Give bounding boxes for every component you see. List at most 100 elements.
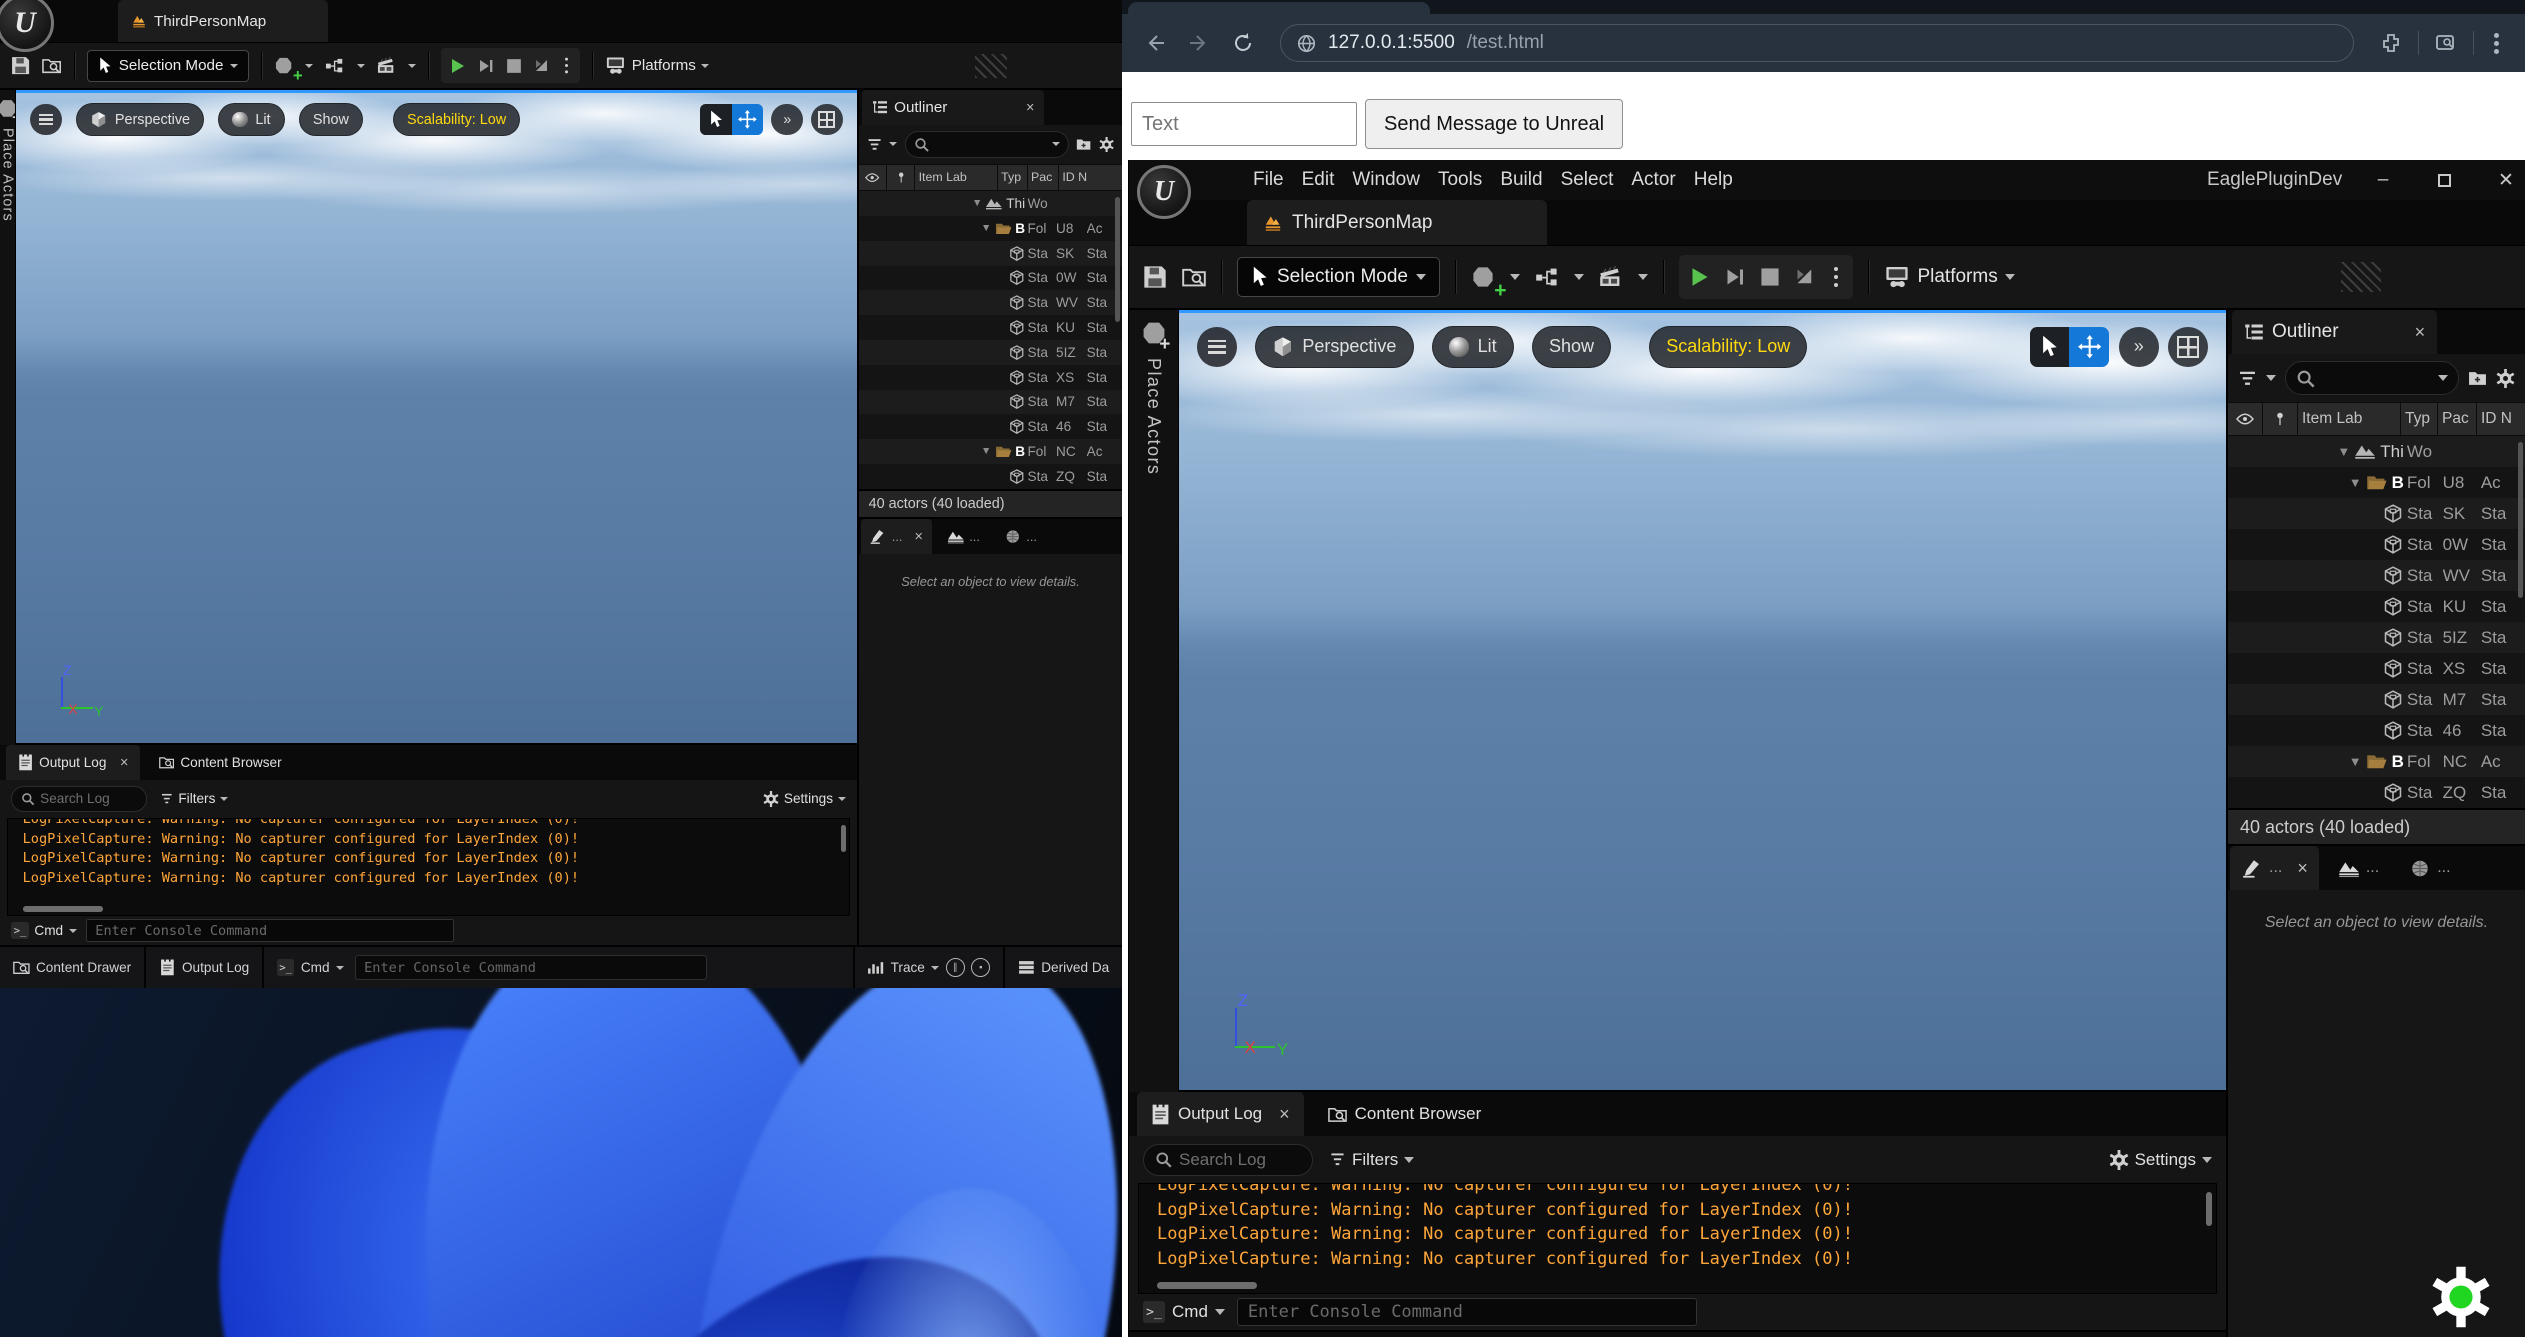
frame-skip-button[interactable] <box>1725 267 1745 287</box>
extensions-icon[interactable] <box>2374 26 2408 60</box>
show-dropdown[interactable]: Show <box>299 103 363 136</box>
outliner-row[interactable]: StaXSSta <box>2228 653 2525 684</box>
chevron-down-icon[interactable] <box>1510 274 1520 280</box>
console-command-input[interactable]: Enter Console Command <box>1237 1298 1697 1326</box>
outliner-search-input[interactable] <box>2285 361 2459 395</box>
save-icon[interactable] <box>11 56 30 75</box>
move-tool-button[interactable] <box>732 104 764 136</box>
close-icon[interactable]: × <box>1026 100 1034 116</box>
blueprints-button[interactable] <box>325 56 344 75</box>
outliner-row[interactable]: StaM7Sta <box>859 390 1122 415</box>
more-tools-button[interactable]: » <box>771 104 803 136</box>
horizontal-scrollbar[interactable] <box>23 906 103 912</box>
visibility-column-header[interactable] <box>859 165 886 191</box>
menu-actor[interactable]: Actor <box>1622 169 1684 191</box>
frame-skip-button[interactable] <box>478 58 494 74</box>
menu-tools[interactable]: Tools <box>1429 169 1491 191</box>
vertical-scrollbar[interactable] <box>841 825 846 852</box>
outliner-row[interactable]: Sta5IZSta <box>2228 622 2525 653</box>
stop-button[interactable] <box>506 58 522 74</box>
add-actor-button[interactable]: + <box>274 56 293 75</box>
menu-file[interactable]: File <box>1244 169 1293 191</box>
level-viewport[interactable]: Perspective Lit Show Scalability: Low <box>1179 310 2226 1092</box>
gear-icon[interactable] <box>2496 369 2515 388</box>
chevron-down-icon[interactable] <box>305 64 313 68</box>
tab-output-log[interactable]: Output Log × <box>1137 1092 1304 1136</box>
tab-world-partition[interactable]: ... <box>2398 846 2461 890</box>
tab-world-settings[interactable]: ... <box>2327 846 2390 890</box>
scalability-button[interactable]: Scalability: Low <box>393 103 520 136</box>
tab-outliner[interactable]: Outliner × <box>862 90 1044 125</box>
chevron-down-icon[interactable] <box>1574 274 1584 280</box>
cmd-label[interactable]: Cmd <box>1172 1302 1208 1322</box>
viewport-layout-button[interactable] <box>811 104 843 136</box>
outliner-row[interactable]: StaWVSta <box>859 290 1122 315</box>
chevron-down-icon[interactable] <box>889 142 897 146</box>
outliner-row[interactable]: StaZQSta <box>2228 777 2525 808</box>
outliner-row[interactable]: ▼BFolU8Ac <box>859 216 1122 241</box>
outliner-row[interactable]: ▼BFolU8Ac <box>2228 467 2525 498</box>
menu-edit[interactable]: Edit <box>1293 169 1344 191</box>
viewport-menu-button[interactable] <box>30 104 62 136</box>
outliner-row[interactable]: Sta46Sta <box>859 414 1122 439</box>
derived-data-button[interactable]: Derived Da <box>1005 947 1122 988</box>
play-button[interactable] <box>1690 267 1710 287</box>
close-icon[interactable]: × <box>2297 858 2308 879</box>
move-tool-button[interactable] <box>2069 327 2109 367</box>
tab-details[interactable]: ... × <box>861 519 932 554</box>
new-folder-icon[interactable] <box>1076 137 1091 152</box>
level-tab[interactable]: ThirdPersonMap <box>118 0 328 42</box>
menu-help[interactable]: Help <box>1685 169 1742 191</box>
more-tools-button[interactable]: » <box>2119 327 2159 367</box>
stop-button[interactable] <box>1760 267 1780 287</box>
log-output-area[interactable]: LogPixelCapture: Warning: No capturer co… <box>7 818 850 916</box>
viewport-layout-button[interactable] <box>2168 327 2208 367</box>
level-tab[interactable]: ThirdPersonMap <box>1247 200 1547 245</box>
menu-window[interactable]: Window <box>1343 169 1429 191</box>
vertical-scrollbar[interactable] <box>2518 442 2523 598</box>
status-cmd-label[interactable]: Cmd <box>301 960 330 975</box>
floating-settings-gear-icon[interactable] <box>2428 1264 2494 1330</box>
outliner-row[interactable]: Sta0WSta <box>859 266 1122 291</box>
outliner-row[interactable]: StaSKSta <box>2228 498 2525 529</box>
play-button[interactable] <box>450 58 466 74</box>
content-browser-icon[interactable] <box>1182 265 1206 289</box>
chevron-down-icon[interactable] <box>1638 274 1648 280</box>
minimize-button[interactable]: – <box>2374 169 2392 191</box>
address-bar[interactable]: 127.0.0.1:5500/test.html <box>1280 24 2354 62</box>
new-folder-icon[interactable] <box>2468 369 2487 388</box>
chevron-down-icon[interactable] <box>357 64 365 68</box>
place-actors-tab[interactable]: + Place Actors <box>1129 310 1179 1092</box>
menu-build[interactable]: Build <box>1491 169 1551 191</box>
log-settings-dropdown[interactable]: Settings <box>763 791 846 807</box>
gear-icon[interactable] <box>1099 137 1114 152</box>
outliner-row[interactable]: StaWVSta <box>2228 560 2525 591</box>
expander-icon[interactable]: ▼ <box>2337 444 2350 459</box>
save-icon[interactable] <box>1143 265 1167 289</box>
level-viewport[interactable]: Perspective Lit Show Scalability: Low <box>16 90 857 745</box>
outliner-row[interactable]: ▼BFolNCAc <box>859 439 1122 464</box>
status-output-log-button[interactable]: Output Log <box>146 947 262 988</box>
log-filters-dropdown[interactable]: Filters <box>1329 1150 1414 1170</box>
unreal-logo[interactable]: U <box>1137 165 1191 219</box>
log-search-input[interactable]: Search Log <box>1143 1144 1313 1176</box>
scalability-button[interactable]: Scalability: Low <box>1649 326 1807 367</box>
tab-content-browser[interactable]: Content Browser <box>1314 1092 1496 1136</box>
message-text-input[interactable] <box>1131 102 1357 146</box>
tab-world-settings[interactable]: ... <box>938 519 989 554</box>
play-options-kebab-icon[interactable] <box>1834 275 1839 280</box>
menu-select[interactable]: Select <box>1552 169 1623 191</box>
chevron-down-icon[interactable] <box>1215 1309 1225 1315</box>
outliner-search-input[interactable] <box>905 131 1070 158</box>
status-console-input[interactable]: Enter Console Command <box>355 955 707 981</box>
column-package[interactable]: Pac <box>1028 165 1058 191</box>
filter-funnel-icon[interactable] <box>2238 369 2257 388</box>
expander-icon[interactable]: ▼ <box>972 198 982 209</box>
content-browser-icon[interactable] <box>42 56 61 75</box>
console-command-input[interactable]: Enter Console Command <box>86 919 454 941</box>
trace-dropdown[interactable]: Trace ∥ ▪ <box>855 947 1004 988</box>
expander-icon[interactable]: ▼ <box>2349 475 2362 490</box>
back-button[interactable] <box>1138 26 1172 60</box>
selection-mode-dropdown[interactable]: Selection Mode <box>1237 257 1440 297</box>
maximize-button[interactable] <box>2438 174 2451 187</box>
